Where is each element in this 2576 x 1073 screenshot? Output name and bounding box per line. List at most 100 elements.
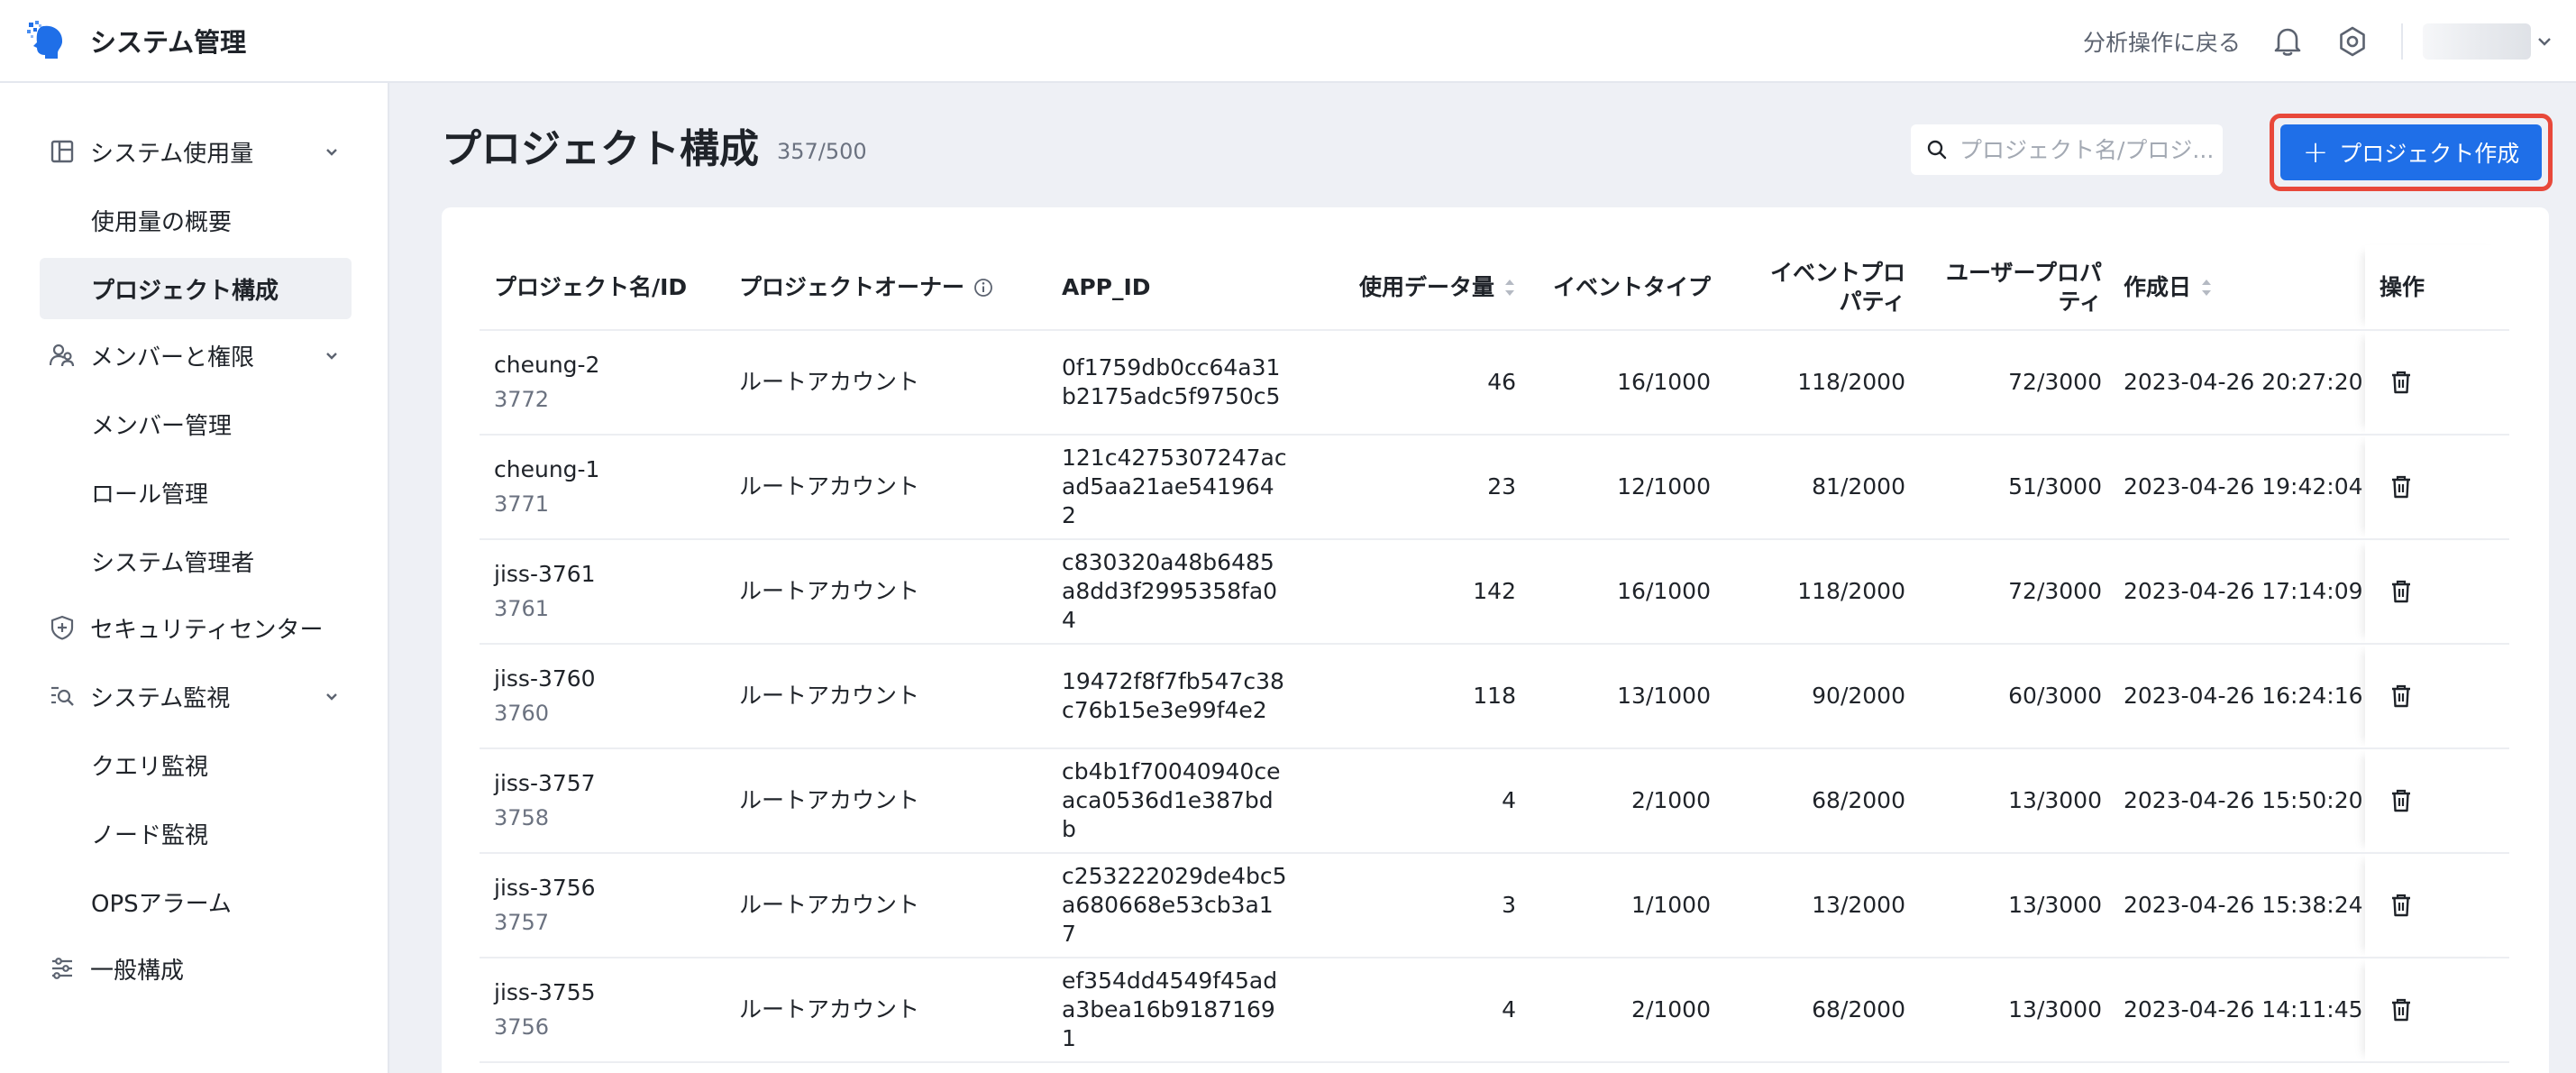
cell-ops	[2365, 644, 2509, 749]
sidebar-item-ops-alarm[interactable]: OPSアラーム	[40, 871, 352, 932]
sidebar-group-system-monitoring[interactable]: システム監視	[40, 667, 352, 725]
cell-project-name: jiss-3757 3758	[480, 748, 739, 854]
brand-logo-icon	[27, 21, 63, 60]
delete-button[interactable]	[2385, 471, 2417, 503]
cell-owner: ルートアカウント	[739, 748, 1062, 854]
table-row: cheung-1 3771 ルートアカウント 121c4275307247acad5a…	[480, 435, 2509, 540]
create-project-button[interactable]: + プロジェクト作成	[2280, 124, 2542, 180]
cell-ops	[2365, 435, 2509, 540]
settings-button[interactable]	[2336, 25, 2369, 58]
cell-event-props: 90/2000	[1711, 644, 1905, 749]
info-icon[interactable]	[973, 278, 993, 298]
sidebar-group-label: システム使用量	[90, 140, 254, 168]
trash-icon	[2390, 371, 2412, 394]
cell-event-types: 13/1000	[1516, 644, 1711, 749]
column-header-usage-label: 使用データ量	[1358, 273, 1494, 300]
cell-created: 2023-04-26 20:27:20	[2102, 330, 2365, 436]
sidebar-group-security-center[interactable]: セキュリティセンター	[40, 599, 352, 656]
cell-event-types: 16/1000	[1516, 330, 1711, 436]
notification-button[interactable]	[2271, 25, 2304, 58]
table-row: jiss-3756 3757 ルートアカウント c253222029de4bc5a68…	[480, 853, 2509, 958]
cell-ops	[2365, 539, 2509, 645]
cell-event-props: 13/2000	[1711, 853, 1905, 958]
project-name[interactable]: jiss-3756	[494, 874, 739, 903]
cell-usage: 4	[1350, 748, 1516, 854]
cell-user-props: 51/3000	[1905, 435, 2102, 540]
user-menu[interactable]	[2423, 23, 2553, 60]
sidebar-group-label: 一般構成	[90, 957, 185, 985]
cell-event-props: 81/2000	[1711, 435, 1905, 540]
table-row: jiss-3755 3756 ルートアカウント ef354dd4549f45ada3b…	[480, 958, 2509, 1063]
sidebar-item-query-monitor[interactable]: クエリ監視	[40, 734, 352, 795]
sidebar-group-members[interactable]: メンバーと権限	[40, 326, 352, 384]
cell-project-name: jiss-3756 3757	[480, 853, 739, 958]
cell-usage: 118	[1350, 644, 1516, 749]
cell-user-props: 72/3000	[1905, 539, 2102, 645]
back-to-analysis-link[interactable]: 分析操作に戻る	[2083, 25, 2241, 58]
sidebar: システム使用量 使用量の概要 プロジェクト構成 メンバーと権限 メンバー管理 ロ…	[0, 83, 389, 1073]
project-name[interactable]: cheung-2	[494, 351, 739, 380]
cell-owner: ルートアカウント	[739, 539, 1062, 645]
delete-button[interactable]	[2385, 575, 2417, 608]
header-divider	[2401, 23, 2403, 60]
delete-button[interactable]	[2385, 784, 2417, 817]
cell-user-props: 13/3000	[1905, 748, 2102, 854]
plus-icon: +	[2302, 134, 2329, 170]
column-header-created-label: 作成日	[2124, 273, 2192, 300]
project-name[interactable]: jiss-3760	[494, 665, 739, 693]
column-header-created[interactable]: 作成日	[2102, 245, 2365, 331]
column-header-owner-label: プロジェクトオーナー	[739, 273, 965, 300]
sidebar-item-node-monitor[interactable]: ノード監視	[40, 802, 352, 864]
project-name[interactable]: jiss-3755	[494, 978, 739, 1007]
column-header-usage[interactable]: 使用データ量	[1350, 245, 1516, 331]
cell-project-name: cheung-1 3771	[480, 435, 739, 540]
delete-button[interactable]	[2385, 366, 2417, 399]
delete-button[interactable]	[2385, 889, 2417, 922]
cell-owner: ルートアカウント	[739, 330, 1062, 436]
column-header-event-props-label: イベントプロパティ	[1769, 259, 1905, 315]
project-name[interactable]: jiss-3761	[494, 560, 739, 589]
sidebar-group-general-config[interactable]: 一般構成	[40, 940, 352, 997]
sort-icon[interactable]	[2200, 277, 2213, 298]
sidebar-item-system-admins[interactable]: システム管理者	[40, 530, 352, 592]
top-bar: システム管理 分析操作に戻る	[0, 0, 2576, 83]
cell-ops	[2365, 958, 2509, 1063]
project-name[interactable]: cheung-1	[494, 455, 739, 484]
cell-event-props: 118/2000	[1711, 539, 1905, 645]
cell-user-props: 72/3000	[1905, 330, 2102, 436]
search-box	[1911, 124, 2223, 175]
search-input[interactable]	[1959, 136, 2221, 163]
sidebar-item-project-config[interactable]: プロジェクト構成	[40, 258, 352, 319]
cell-created: 2023-04-26 15:50:20	[2102, 748, 2365, 854]
project-id: 3757	[494, 910, 550, 935]
project-name[interactable]: jiss-3757	[494, 769, 739, 798]
trash-icon	[2390, 580, 2412, 603]
delete-button[interactable]	[2385, 994, 2417, 1026]
create-project-label: プロジェクト作成	[2339, 141, 2520, 167]
layout-icon	[49, 138, 76, 165]
cell-event-types: 1/1000	[1516, 853, 1711, 958]
chevron-down-icon	[321, 344, 343, 366]
sort-icon[interactable]	[1503, 277, 1516, 298]
top-right-actions: 分析操作に戻る	[2083, 0, 2576, 83]
project-table: プロジェクト名/ID プロジェクトオーナー APP_ID 使用データ量 イベント…	[480, 245, 2509, 1063]
cell-usage: 4	[1350, 958, 1516, 1063]
sidebar-group-label: システム監視	[90, 684, 231, 712]
brand[interactable]: システム管理	[25, 19, 246, 62]
chevron-down-icon	[321, 685, 343, 707]
sidebar-item-role-management[interactable]: ロール管理	[40, 462, 352, 523]
cell-created: 2023-04-26 17:14:09	[2102, 539, 2365, 645]
trash-icon	[2390, 789, 2412, 812]
sliders-icon	[49, 955, 76, 982]
cell-event-props: 68/2000	[1711, 748, 1905, 854]
cell-project-name: jiss-3755 3756	[480, 958, 739, 1063]
cell-created: 2023-04-26 15:38:24	[2102, 853, 2365, 958]
table-row: jiss-3760 3760 ルートアカウント 19472f8f7fb547c38c7…	[480, 644, 2509, 749]
sidebar-item-usage-overview[interactable]: 使用量の概要	[40, 189, 352, 251]
project-id: 3756	[494, 1014, 550, 1040]
delete-button[interactable]	[2385, 680, 2417, 712]
cell-project-name: jiss-3760 3760	[480, 644, 739, 749]
sidebar-item-member-management[interactable]: メンバー管理	[40, 393, 352, 454]
cell-app-id: 19472f8f7fb547c38c76b15e3e99f4e2	[1062, 644, 1350, 749]
sidebar-group-system-usage[interactable]: システム使用量	[40, 123, 352, 180]
